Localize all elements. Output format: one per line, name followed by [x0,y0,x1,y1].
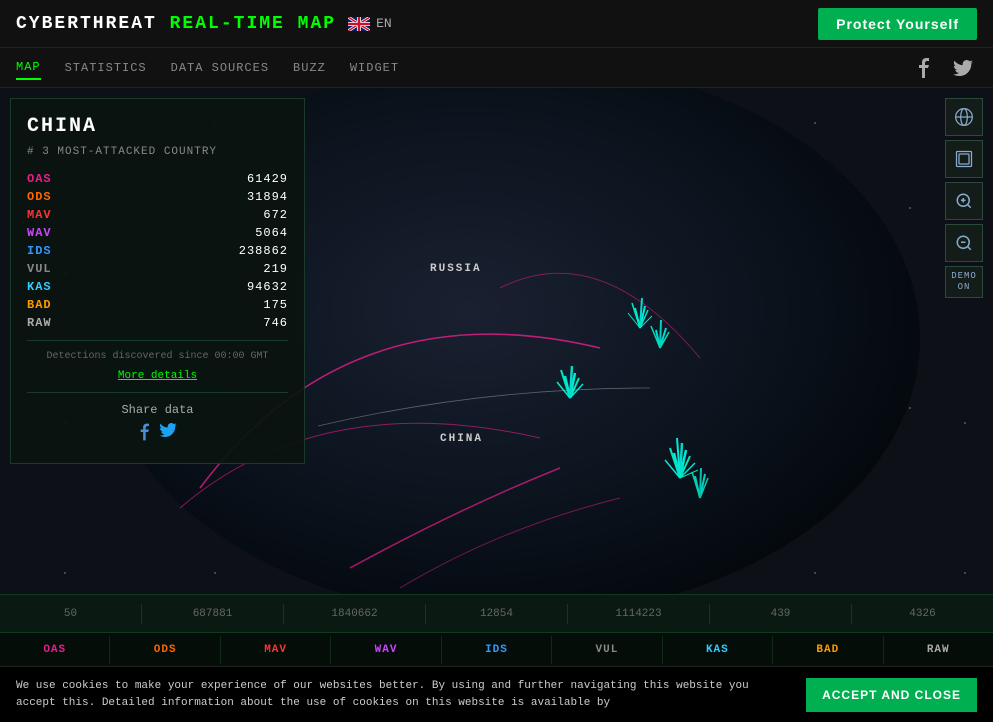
stat-label-raw: RAW [27,316,52,330]
title-cyber: CYBERTHREAT [16,14,157,34]
nav-item-widget[interactable]: WIDGET [350,57,399,79]
stat-value-vul: 219 [263,262,288,276]
bottom-stat-5: 439 [710,604,852,624]
nav-item-data-sources[interactable]: DATA SOURCES [171,57,269,79]
divider2 [27,392,288,393]
stat-value-ods: 31894 [247,190,288,204]
flag-icon [348,17,370,31]
share-twitter-icon[interactable] [159,423,177,447]
layers-button[interactable] [945,140,983,178]
stat-value-oas: 61429 [247,172,288,186]
nav-item-statistics[interactable]: STATISTICS [65,57,147,79]
bottom-stat-3: 12854 [426,604,568,624]
country-rank: # 3 MOST-ATTACKED COUNTRY [27,146,288,158]
stat-row-wav: WAV 5064 [27,226,288,240]
nav-items: MAP STATISTICS DATA SOURCES BUZZ WIDGET [16,56,399,80]
stat-value-ids: 238862 [239,244,288,258]
stat-label-oas: OAS [27,172,52,186]
stat-value-raw: 746 [263,316,288,330]
info-panel: CHINA # 3 MOST-ATTACKED COUNTRY OAS 6142… [10,98,305,464]
cookie-banner: We use cookies to make your experience o… [0,666,993,722]
accept-close-button[interactable]: ACCEPT AND CLOSE [806,678,977,712]
stat-label-ids: IDS [27,244,52,258]
china-label: CHINA [440,433,483,445]
stat-value-wav: 5064 [255,226,288,240]
nav-bar: MAP STATISTICS DATA SOURCES BUZZ WIDGET [0,48,993,88]
language-selector[interactable]: EN [348,16,392,31]
zoom-in-button[interactable] [945,182,983,220]
divider [27,340,288,341]
site-title: CYBERTHREAT REAL-TIME MAP [16,14,336,34]
header: CYBERTHREAT REAL-TIME MAP EN Protect You… [0,0,993,48]
stat-label-mav: MAV [27,208,52,222]
stat-row-ids: IDS 238862 [27,244,288,258]
stat-row-vul: VUL 219 [27,262,288,276]
globe-view-button[interactable] [945,98,983,136]
lang-text: EN [376,16,392,31]
twitter-icon[interactable] [949,54,977,82]
stat-label-ods: ODS [27,190,52,204]
bottom-stat-6: 4326 [852,604,993,624]
share-section: Share data [27,403,288,447]
stat-row-ods: ODS 31894 [27,190,288,204]
nav-item-map[interactable]: MAP [16,56,41,80]
stat-row-raw: RAW 746 [27,316,288,330]
stat-label-wav: WAV [27,226,52,240]
stat-value-mav: 672 [263,208,288,222]
title-threat: REAL-TIME MAP [157,14,336,34]
bottom-stat-4: 1114223 [568,604,710,624]
bottom-stat-2: 1840662 [284,604,426,624]
cookie-text: We use cookies to make your experience o… [16,678,786,711]
zoom-out-button[interactable] [945,224,983,262]
more-details-link[interactable]: More details [27,370,288,382]
share-facebook-icon[interactable] [139,423,149,447]
country-name: CHINA [27,115,288,138]
protect-yourself-button[interactable]: Protect Yourself [818,8,977,40]
stat-label-vul: VUL [27,262,52,276]
map-area: RUSSIA CHINA CHINA # 3 MOST-ATTACKED COU… [0,88,993,594]
stat-value-kas: 94632 [247,280,288,294]
stat-label-kas: KAS [27,280,52,294]
social-links [909,54,977,82]
stat-row-bad: BAD 175 [27,298,288,312]
detection-note: Detections discovered since 00:00 GMT [27,351,288,362]
bottom-stat-1: 687881 [142,604,284,624]
stat-row-mav: MAV 672 [27,208,288,222]
stat-value-bad: 175 [263,298,288,312]
stat-row-kas: KAS 94632 [27,280,288,294]
demo-toggle[interactable]: DEMOON [945,266,983,298]
share-label: Share data [27,403,288,417]
stat-row-oas: OAS 61429 [27,172,288,186]
share-icons [27,423,288,447]
header-left: CYBERTHREAT REAL-TIME MAP EN [16,14,392,34]
russia-label: RUSSIA [430,263,482,275]
stat-label-bad: BAD [27,298,52,312]
nav-item-buzz[interactable]: BUZZ [293,57,326,79]
right-controls: DEMOON [945,98,983,298]
bottom-stats-bar: 50 687881 1840662 12854 1114223 439 4326 [0,594,993,632]
facebook-icon[interactable] [909,54,937,82]
category-tabs: OAS ODS MAV WAV IDS VUL KAS BAD RAW [0,632,993,666]
bottom-stat-0: 50 [0,604,142,624]
header-right: Protect Yourself [818,8,977,40]
